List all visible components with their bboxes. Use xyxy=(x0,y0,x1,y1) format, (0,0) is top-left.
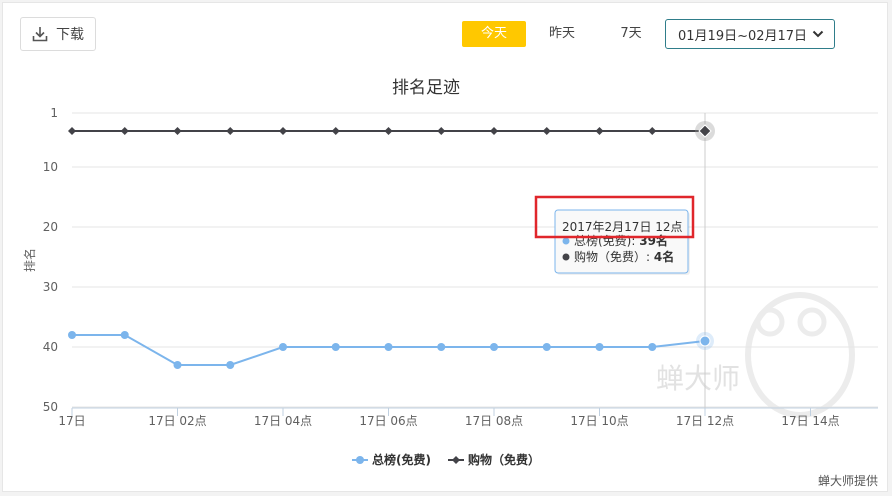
data-point[interactable] xyxy=(173,361,182,369)
y-axis-label: 排名 xyxy=(22,248,37,272)
rank-chart: 蝉大师 排名足迹 1 10 20 30 40 50 排名 17日 17日 02点 17日 04点 17日… xyxy=(22,78,878,467)
data-point[interactable] xyxy=(68,331,76,339)
data-point[interactable] xyxy=(226,127,235,135)
data-point[interactable] xyxy=(437,127,446,135)
x-tick-label: 17日 14点 xyxy=(781,414,839,428)
tooltip-series-dot xyxy=(562,237,570,245)
y-tick-label: 50 xyxy=(43,400,58,414)
data-point[interactable] xyxy=(648,127,657,135)
data-point[interactable] xyxy=(437,343,446,351)
data-point[interactable] xyxy=(648,343,657,351)
y-tick-label: 30 xyxy=(43,280,58,294)
chart-title: 排名足迹 xyxy=(392,78,460,98)
data-point[interactable] xyxy=(542,343,551,351)
x-tick-label: 17日 06点 xyxy=(359,414,417,428)
tooltip-title: 2017年2月17日 12点 xyxy=(562,220,683,234)
x-tick-label: 17日 xyxy=(58,414,85,428)
watermark-text: 蝉大师 xyxy=(656,362,740,395)
data-point[interactable] xyxy=(384,127,393,135)
y-tick-label: 10 xyxy=(43,160,58,174)
x-tick-label: 17日 10点 xyxy=(570,414,628,428)
y-tick-label: 40 xyxy=(43,340,58,354)
tooltip-series-dot xyxy=(562,253,570,261)
data-point[interactable] xyxy=(542,127,551,135)
data-point[interactable] xyxy=(173,127,182,135)
y-tick-label: 1 xyxy=(50,106,58,120)
data-point[interactable] xyxy=(490,127,498,135)
data-point[interactable] xyxy=(595,127,604,135)
legend-swatch-marker[interactable] xyxy=(452,456,460,464)
legend-label: 购物（免费） xyxy=(468,452,540,467)
x-tick-label: 17日 02点 xyxy=(148,414,206,428)
data-point[interactable] xyxy=(331,127,340,135)
data-point[interactable] xyxy=(279,343,287,351)
watermark-cicada-eye xyxy=(755,307,785,337)
legend-swatch-marker[interactable] xyxy=(356,456,364,464)
tooltip-row: 总榜(免费): 39名 xyxy=(574,233,668,248)
tooltip-row: 购物（免费）: 4名 xyxy=(574,249,674,264)
data-point[interactable] xyxy=(120,331,129,339)
data-point[interactable] xyxy=(699,335,711,347)
data-point[interactable] xyxy=(279,127,287,135)
x-tick-label: 17日 04点 xyxy=(254,414,312,428)
data-point[interactable] xyxy=(595,343,604,351)
data-point[interactable] xyxy=(226,361,235,369)
credit-text: 蝉大师提供 xyxy=(817,474,878,488)
data-point[interactable] xyxy=(120,127,129,135)
x-tick-label: 17日 08点 xyxy=(465,414,523,428)
legend-label: 总榜(免费) xyxy=(372,452,431,467)
data-point[interactable] xyxy=(68,127,76,135)
x-tick-label: 17日 12点 xyxy=(676,414,734,428)
data-point[interactable] xyxy=(490,343,498,351)
watermark-cicada-eye xyxy=(797,307,827,337)
data-point[interactable] xyxy=(331,343,340,351)
y-tick-label: 20 xyxy=(43,220,58,234)
data-point[interactable] xyxy=(384,343,393,351)
